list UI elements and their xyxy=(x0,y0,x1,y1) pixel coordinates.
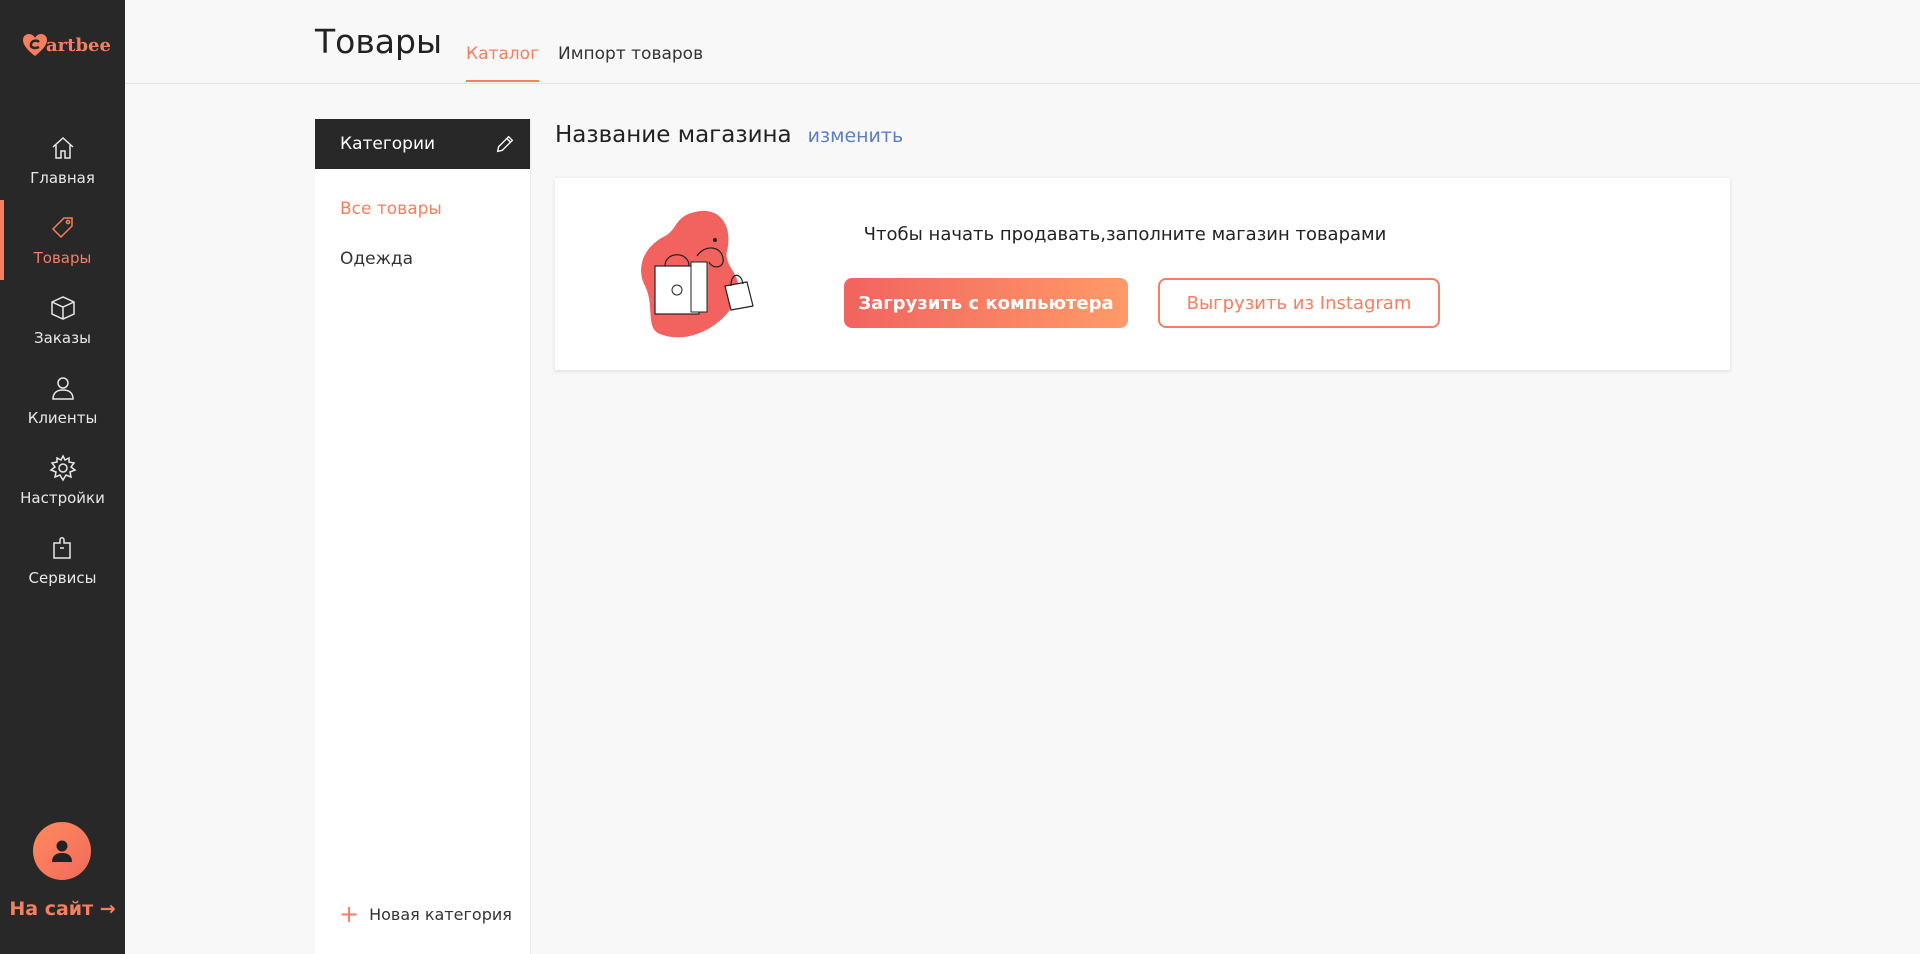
tab-import[interactable]: Импорт товаров xyxy=(558,44,703,80)
user-avatar-icon xyxy=(52,840,72,862)
new-category-button[interactable]: + Новая категория xyxy=(339,902,512,926)
page-header: Товары Каталог Импорт товаров xyxy=(125,0,1920,84)
sidebar: artbee Главная Товары Заказы Клиенты Нас… xyxy=(0,0,125,954)
sidebar-item-label: Товары xyxy=(33,249,92,267)
page-title: Товары xyxy=(315,22,443,61)
logo-text: artbee xyxy=(46,34,111,56)
sidebar-item-home[interactable]: Главная xyxy=(0,120,125,200)
shopping-bags-illustration xyxy=(641,210,754,338)
to-site-link[interactable]: На сайт → xyxy=(0,898,125,920)
sidebar-item-products[interactable]: Товары xyxy=(0,200,125,280)
empty-catalog-card: Чтобы начать продавать,заполните магазин… xyxy=(555,178,1730,370)
sidebar-item-clients[interactable]: Клиенты xyxy=(0,360,125,440)
categories-title: Категории xyxy=(340,134,436,154)
store-name-row: Название магазина изменить xyxy=(555,122,903,148)
tab-catalog[interactable]: Каталог xyxy=(466,44,540,82)
gear-icon xyxy=(48,454,77,482)
sidebar-item-label: Клиенты xyxy=(27,409,98,427)
category-clothes[interactable]: Одежда xyxy=(340,249,413,269)
plus-icon: + xyxy=(339,900,360,928)
home-icon xyxy=(51,136,74,159)
pencil-icon[interactable] xyxy=(494,133,516,155)
puzzle-icon xyxy=(52,537,71,559)
box-icon xyxy=(50,296,75,320)
logo[interactable]: artbee xyxy=(20,30,111,60)
sidebar-item-label: Сервисы xyxy=(28,569,97,587)
category-all-products[interactable]: Все товары xyxy=(340,199,442,219)
categories-panel: Категории Все товары Одежда + Новая кате… xyxy=(315,119,531,954)
new-category-label: Новая категория xyxy=(369,904,512,924)
import-from-instagram-button[interactable]: Выгрузить из Instagram xyxy=(1158,278,1440,328)
store-name: Название магазина xyxy=(555,122,792,148)
sidebar-item-label: Главная xyxy=(30,169,95,187)
sidebar-nav: Главная Товары Заказы Клиенты Настройки … xyxy=(0,120,125,600)
sidebar-item-label: Настройки xyxy=(20,489,105,507)
user-icon xyxy=(51,377,74,400)
sidebar-item-services[interactable]: Сервисы xyxy=(0,520,125,600)
sidebar-item-label: Заказы xyxy=(34,329,91,347)
user-avatar[interactable] xyxy=(33,822,91,880)
empty-catalog-message: Чтобы начать продавать,заполните магазин… xyxy=(863,224,1387,245)
tag-icon xyxy=(51,217,73,239)
sidebar-item-settings[interactable]: Настройки xyxy=(0,440,125,520)
categories-header: Категории xyxy=(315,119,530,169)
upload-from-computer-button[interactable]: Загрузить с компьютера xyxy=(844,278,1128,328)
sidebar-item-orders[interactable]: Заказы xyxy=(0,280,125,360)
edit-store-name-link[interactable]: изменить xyxy=(808,125,904,147)
